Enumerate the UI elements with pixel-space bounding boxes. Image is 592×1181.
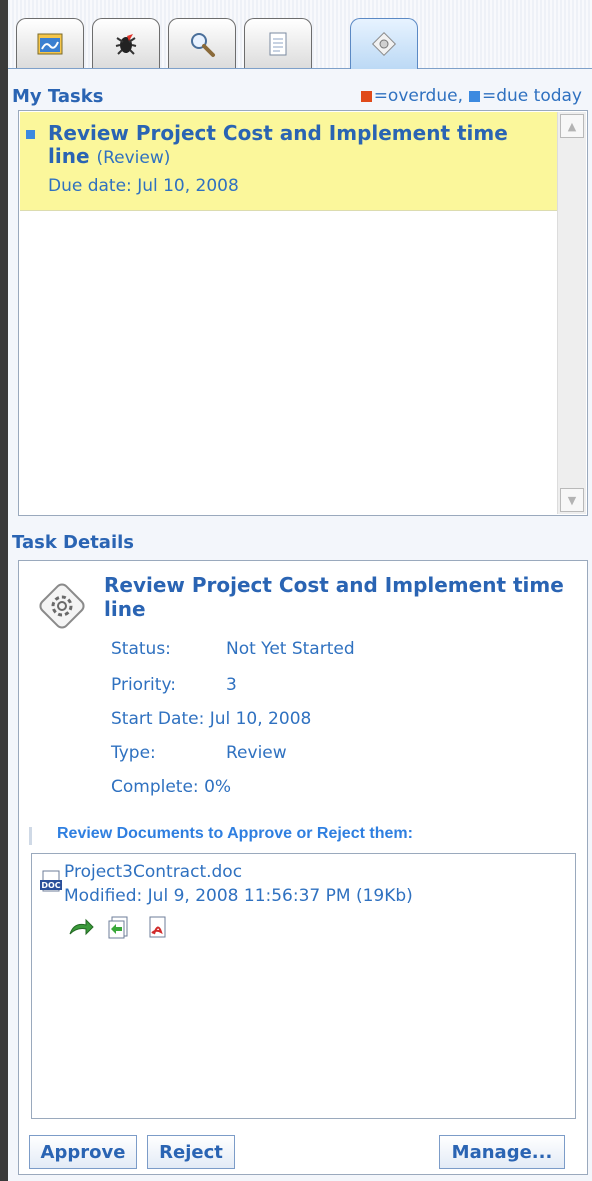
checkin-document-icon[interactable] — [106, 916, 130, 940]
scroll-up-button[interactable]: ▲ — [560, 114, 584, 138]
legend-due-today: =due today — [481, 86, 582, 106]
reject-button[interactable]: Reject — [147, 1135, 235, 1169]
document-modified: Modified: Jul 9, 2008 11:56:37 PM (19Kb) — [64, 886, 413, 906]
prop-value: Not Yet Started — [226, 639, 355, 659]
window-frame — [0, 0, 8, 1181]
task-panel: My Tasks =overdue, =due today Review Pro… — [8, 0, 592, 1181]
prop-label: Start Date: — [111, 709, 205, 729]
prop-complete: Complete: 0% — [111, 777, 231, 797]
pdf-document-icon[interactable] — [146, 916, 170, 940]
documents-header-text: Review Documents to Approve or Reject th… — [57, 825, 413, 842]
prop-value: 3 — [226, 675, 237, 695]
doc-file-icon: DOC — [40, 870, 62, 892]
task-due-date: Due date: Jul 10, 2008 — [48, 176, 239, 196]
manage-button[interactable]: Manage... — [439, 1135, 565, 1169]
tasks-calendar-icon — [37, 33, 63, 54]
task-gear-icon — [39, 583, 85, 629]
task-details-panel: Review Project Cost and Implement time l… — [18, 560, 588, 1175]
bug-icon — [115, 33, 137, 55]
task-details-title: Task Details — [12, 532, 135, 553]
prop-priority: Priority: 3 — [111, 675, 237, 695]
task-list: Review Project Cost and Implement time l… — [18, 110, 588, 516]
prop-status: Status: Not Yet Started — [111, 639, 355, 659]
task-title[interactable]: Review Project Cost and Implement time l… — [48, 122, 548, 170]
task-item[interactable]: Review Project Cost and Implement time l… — [20, 112, 557, 211]
document-list: DOC Project3Contract.doc Modified: Jul 9… — [31, 853, 576, 1119]
details-task-title: Review Project Cost and Implement time l… — [104, 573, 564, 621]
prop-value: Jul 10, 2008 — [209, 709, 312, 729]
prop-value: Review — [226, 743, 287, 763]
prop-label: Status: — [111, 639, 171, 659]
overdue-swatch — [360, 90, 372, 102]
search-icon — [191, 32, 215, 57]
due-today-bullet — [26, 130, 35, 139]
header-accent — [29, 827, 32, 845]
approve-button[interactable]: Approve — [29, 1135, 137, 1169]
prop-type: Type: Review — [111, 743, 287, 763]
task-list-scrollbar[interactable]: ▲ ▼ — [557, 112, 586, 514]
prop-label: Complete: — [111, 777, 199, 797]
scroll-down-button[interactable]: ▼ — [560, 488, 584, 512]
document-icon — [269, 32, 287, 55]
tab-tasks[interactable] — [16, 18, 84, 68]
task-type: (Review) — [96, 148, 171, 168]
prop-label: Type: — [111, 743, 156, 763]
tab-search[interactable] — [168, 18, 236, 68]
prop-start-date: Start Date: Jul 10, 2008 — [111, 709, 311, 729]
legend-overdue: =overdue, — [373, 86, 463, 106]
prop-value: 0% — [204, 777, 232, 797]
tab-strip — [8, 0, 592, 69]
svg-text:DOC: DOC — [41, 881, 60, 890]
task-legend: =overdue, =due today — [360, 86, 582, 106]
tab-workflow[interactable] — [350, 18, 418, 69]
tab-issues[interactable] — [92, 18, 160, 68]
due-today-swatch — [468, 90, 480, 102]
prop-label: Priority: — [111, 675, 176, 695]
document-name[interactable]: Project3Contract.doc — [64, 862, 242, 882]
documents-header: Review Documents to Approve or Reject th… — [29, 823, 579, 849]
forward-arrow-icon[interactable] — [68, 916, 94, 938]
tab-documents[interactable] — [244, 18, 312, 68]
my-tasks-title: My Tasks — [12, 86, 104, 107]
workflow-gear-icon — [371, 31, 397, 57]
